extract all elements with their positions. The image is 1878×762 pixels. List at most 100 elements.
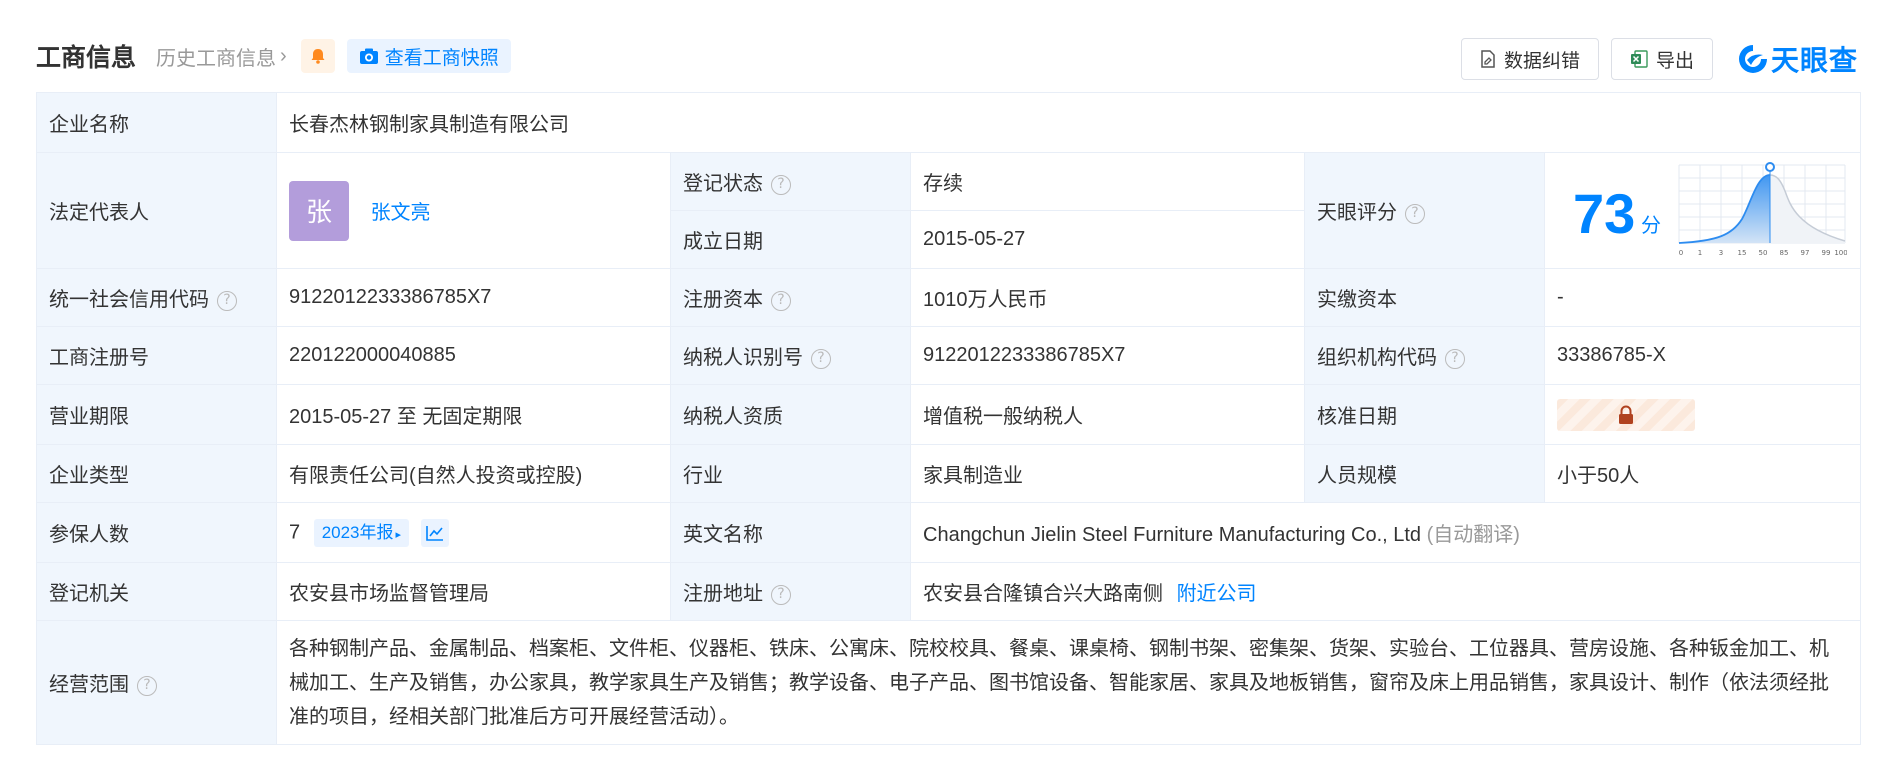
staff-size-label: 人员规模 [1304,444,1545,503]
score-axis-tick: 97 [1801,249,1810,257]
help-icon[interactable]: ? [771,584,791,605]
address-cell: 农安县合隆镇合兴大路南侧 附近公司 [910,562,1861,621]
org-code-label-cell: 组织机构代码? [1304,326,1545,385]
score-value: 73 [1573,181,1636,245]
bell-icon[interactable] [300,39,335,73]
correction-button-label: 数据纠错 [1503,50,1580,72]
table-row: 统一社会信用代码? 9122012233386785X7 注册资本? 1010万… [36,268,1861,327]
help-icon[interactable]: ? [771,174,791,195]
camera-icon [359,48,378,64]
help-icon[interactable]: ? [811,348,831,369]
capital-value: 1010万人民币 [910,268,1305,327]
correction-button[interactable]: 数据纠错 [1460,38,1599,80]
capital-label: 注册资本 [683,289,763,311]
company-type-label: 企业类型 [36,444,277,503]
authority-value: 农安县市场监督管理局 [276,562,671,621]
help-icon[interactable]: ? [1405,203,1425,224]
taxpayer-id-value: 9122012233386785X7 [910,326,1305,385]
score-unit: 分 [1641,214,1661,237]
industry-value: 家具制造业 [910,444,1305,503]
help-icon[interactable]: ? [1445,348,1465,369]
company-type-value: 有限责任公司(自然人投资或控股) [276,444,671,503]
company-name: 长春杰林钢制家具制造有限公司 [276,92,1861,153]
taxpayer-qual-label: 纳税人资质 [670,384,911,445]
founded-value: 2015-05-27 [910,210,1305,269]
score-axis-tick: 50 [1759,249,1768,257]
english-name-cell: Changchun Jielin Steel Furniture Manufac… [910,502,1861,563]
paid-capital-value: - [1544,268,1861,327]
taxpayer-id-label: 纳税人识别号 [683,347,803,369]
history-link[interactable]: 历史工商信息 › [156,42,287,71]
table-row: 企业类型 有限责任公司(自然人投资或控股) 行业 家具制造业 人员规模 小于50… [36,444,1861,503]
brand-logo[interactable]: 天眼查 [1737,39,1858,79]
business-info-table: 企业名称 长春杰林钢制家具制造有限公司 法定代表人 张 张文亮 登记状态? 存续… [36,92,1861,745]
credit-code-label-cell: 统一社会信用代码? [36,268,277,327]
table-row: 经营范围? 各种钢制产品、金属制品、档案柜、文件柜、仪器柜、铁床、公寓床、院校校… [36,620,1861,745]
snapshot-button[interactable]: 查看工商快照 [346,39,511,73]
table-row: 法定代表人 张 张文亮 登记状态? 存续 天眼评分? 73 分 0 1 3 15… [36,152,1861,269]
section-title: 工商信息 [36,44,137,72]
taxpayer-qual-value: 增值税一般纳税人 [910,384,1305,445]
help-icon[interactable]: ? [217,290,237,311]
help-icon[interactable]: ? [137,675,157,696]
score-cell[interactable]: 73 分 0 1 3 15 50 85 97 99 100 [1544,152,1861,269]
legal-rep-name[interactable]: 张文亮 [371,202,431,224]
brand-name: 天眼查 [1770,45,1858,76]
insured-label: 参保人数 [36,502,277,563]
staff-size-value: 小于50人 [1544,444,1861,503]
snapshot-button-label: 查看工商快照 [384,47,499,69]
section-header: 工商信息 历史工商信息 › 查看工商快照 [36,36,511,76]
export-button[interactable]: 导出 [1610,38,1713,80]
table-row: 工商注册号 220122000040885 纳税人识别号? 9122012233… [36,326,1861,385]
credit-code-label: 统一社会信用代码 [49,289,209,311]
business-info-card: 工商信息 历史工商信息 › 查看工商快照 数据纠错 导出 天眼查 企业名称 长春… [0,0,1878,762]
locked-value[interactable] [1557,398,1695,431]
score-axis-tick: 100 [1834,249,1847,257]
tianyancha-logo-icon [1738,45,1767,73]
founded-label: 成立日期 [670,210,911,269]
approved-date-label: 核准日期 [1304,384,1545,445]
org-code-value: 33386785-X [1544,326,1861,385]
score-axis-tick: 15 [1738,249,1747,257]
english-name-label: 英文名称 [670,502,911,563]
auto-translate-note: (自动翻译) [1426,524,1520,546]
approved-date-cell [1544,384,1861,445]
score-axis-tick: 99 [1822,249,1831,257]
score-distribution-chart: 0 1 3 15 50 85 97 99 100 [1678,161,1847,257]
lock-icon [1619,405,1633,424]
term-label: 营业期限 [36,384,277,445]
business-scope-value: 各种钢制产品、金属制品、档案柜、文件柜、仪器柜、铁床、公寓床、院校校具、餐桌、课… [276,620,1861,745]
table-row: 登记机关 农安县市场监督管理局 注册地址? 农安县合隆镇合兴大路南侧 附近公司 [36,562,1861,621]
caret-right-icon: ▸ [395,528,402,541]
nearby-companies-link[interactable]: 附近公司 [1177,583,1257,605]
industry-label: 行业 [670,444,911,503]
insured-value: 7 [289,520,301,543]
term-value: 2015-05-27 至 无固定期限 [276,384,671,445]
help-icon[interactable]: ? [771,290,791,311]
scope-label: 经营范围 [49,674,129,696]
company-name-label: 企业名称 [36,92,277,153]
authority-label: 登记机关 [36,562,277,621]
insured-cell: 7 2023年报 ▸ [276,502,671,563]
excel-icon [1630,50,1648,68]
status-label-cell: 登记状态? [670,152,911,211]
org-code-label: 组织机构代码 [1317,347,1437,369]
chevron-right-icon: › [280,44,287,67]
trend-chart-icon[interactable] [420,518,449,547]
score-axis-tick: 3 [1719,249,1723,257]
annual-report-badge[interactable]: 2023年报 ▸ [313,518,410,547]
reg-no-label: 工商注册号 [36,326,277,385]
avatar[interactable]: 张 [289,180,349,241]
taxpayer-id-label-cell: 纳税人识别号? [670,326,911,385]
table-row: 参保人数 7 2023年报 ▸ 英文名称 Changchun Jielin Ste… [36,502,1861,563]
history-link-label: 历史工商信息 [156,47,277,70]
annual-report-label: 2023年报 [321,522,394,542]
address-value: 农安县合隆镇合兴大路南侧 [923,583,1163,605]
capital-label-cell: 注册资本? [670,268,911,327]
paid-capital-label: 实缴资本 [1304,268,1545,327]
score-label: 天眼评分 [1317,202,1397,224]
address-label: 注册地址 [683,583,763,605]
reg-no-value: 220122000040885 [276,326,671,385]
legal-rep-cell: 张 张文亮 [276,152,671,269]
legal-rep-label: 法定代表人 [36,152,277,269]
